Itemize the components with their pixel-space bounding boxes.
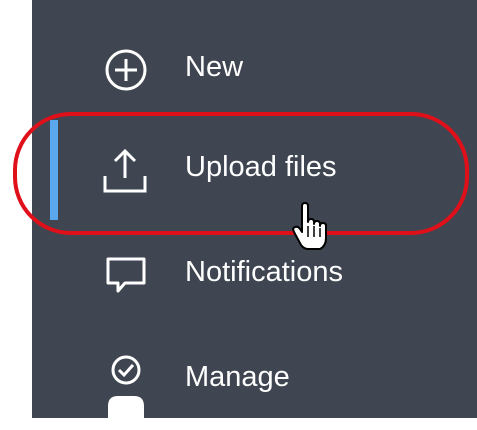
menu-item-label: Manage: [185, 361, 290, 393]
chat-bubble-icon: [104, 253, 148, 297]
menu-item-new[interactable]: New: [32, 20, 477, 120]
menu-item-manage[interactable]: Manage: [32, 330, 477, 430]
menu-item-upload-files[interactable]: Upload files: [32, 120, 477, 220]
menu-item-label: Notifications: [185, 256, 343, 288]
menu-item-notifications[interactable]: Notifications: [32, 225, 477, 325]
plus-circle-icon: [104, 48, 148, 92]
selected-indicator: [50, 120, 58, 220]
upload-icon: [102, 146, 148, 194]
hand-pointer-cursor-icon: [292, 202, 332, 252]
menu-item-label: New: [185, 51, 244, 83]
menu-item-label: Upload files: [185, 151, 337, 183]
user-check-icon: [104, 352, 148, 418]
